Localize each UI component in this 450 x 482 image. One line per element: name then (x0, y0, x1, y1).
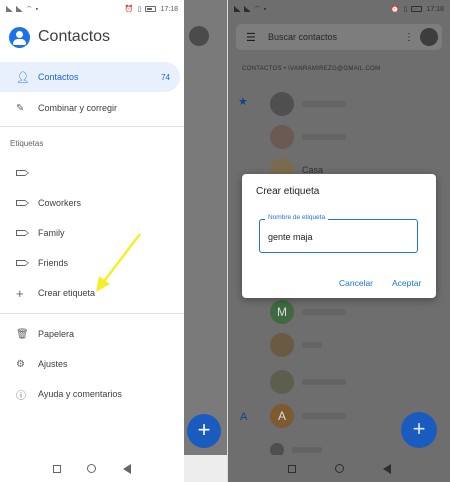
back-button[interactable] (382, 463, 391, 474)
left-phone-screen: + ⌔ ▪ ⏰ ▯ 17:18 Contactos 👤︎ Contactos 7… (0, 0, 227, 482)
contact-name-blurred (302, 379, 346, 385)
contact-name-blurred (302, 101, 346, 107)
home-button[interactable] (334, 464, 344, 473)
wifi-icon: ⌔ (254, 5, 261, 13)
status-left: ⌔ ▪ (234, 5, 266, 14)
accept-button[interactable]: Aceptar (392, 278, 421, 288)
contact-name-blurred (302, 134, 346, 140)
search-placeholder: Buscar contactos (268, 32, 338, 42)
account-header: CONTACTOS • IVANRAMIREZG@GMAIL.COM (242, 66, 381, 72)
screenshot-stage: + ⌔ ▪ ⏰ ▯ 17:18 Contactos 👤︎ Contactos 7… (0, 0, 450, 482)
contact-name-blurred (302, 342, 322, 348)
contact-row[interactable]: M (270, 299, 346, 325)
status-time: 17:18 (426, 5, 444, 13)
vibrate-icon: ▯ (403, 6, 408, 13)
section-letter: A (240, 411, 248, 423)
dialog-title: Crear etiqueta (256, 186, 320, 197)
contact-avatar (270, 125, 294, 149)
recents-button[interactable] (287, 464, 296, 473)
alarm-icon: ⏰ (390, 6, 400, 13)
label-name-input-value: gente maja (268, 232, 313, 242)
search-bar[interactable]: ☰ Buscar contactos ⋮ (236, 24, 442, 50)
annotation-arrow (96, 233, 141, 292)
menu-icon[interactable]: ☰ (246, 31, 268, 44)
contact-avatar (270, 92, 294, 116)
contact-row[interactable] (270, 124, 346, 150)
notification-icon: ▪ (263, 5, 267, 13)
contact-row[interactable]: A (270, 403, 346, 429)
label-name-field-label: Nombre de etiqueta (265, 214, 329, 221)
account-avatar[interactable] (420, 28, 438, 46)
right-phone-screen: ⌔ ▪ ⏰ ▯ 17:18 ☰ Buscar contactos ⋮ CONTA… (228, 0, 450, 482)
contact-row[interactable] (270, 91, 346, 117)
system-navbar (228, 455, 450, 482)
signal-icon (234, 6, 241, 12)
annotation-arrow-shaft (101, 233, 141, 285)
contact-name-blurred (302, 309, 346, 315)
contact-avatar: A (270, 404, 294, 428)
contact-name-blurred (292, 447, 322, 453)
contact-avatar (270, 333, 294, 357)
battery-icon (411, 6, 423, 12)
contact-row[interactable] (270, 369, 346, 395)
status-bar: ⌔ ▪ ⏰ ▯ 17:18 (228, 0, 450, 18)
contact-avatar (270, 370, 294, 394)
starred-icon: ★ (238, 96, 248, 108)
contact-avatar: M (270, 300, 294, 324)
cancel-button[interactable]: Cancelar (339, 278, 373, 288)
status-right: ⏰ ▯ 17:18 (390, 5, 444, 14)
annotation-arrow-head (96, 276, 110, 292)
create-label-dialog: Crear etiqueta Nombre de etiqueta gente … (242, 174, 436, 298)
signal-icon (244, 6, 251, 12)
contact-name-blurred (302, 413, 346, 419)
contact-row[interactable] (270, 332, 322, 358)
more-vert-icon[interactable]: ⋮ (404, 32, 420, 43)
add-contact-fab[interactable]: + (401, 412, 437, 448)
label-name-field[interactable]: Nombre de etiqueta gente maja (259, 214, 418, 253)
